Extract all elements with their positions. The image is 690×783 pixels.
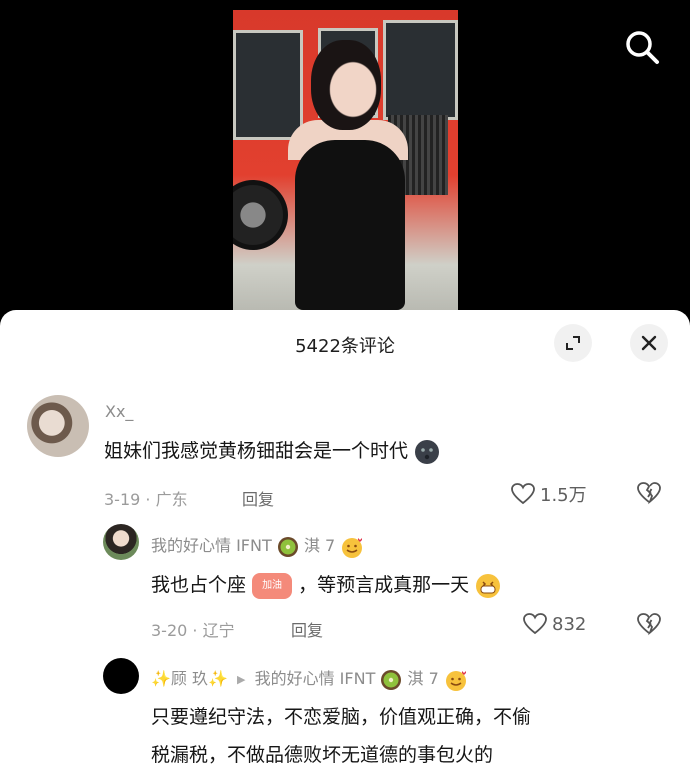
comment-username[interactable]: Xx_ (105, 402, 133, 421)
video-thumbnail[interactable] (233, 10, 458, 310)
search-icon (626, 31, 659, 64)
reply-button[interactable]: 回复 (242, 486, 274, 510)
reply-username[interactable]: ✨顾 玖✨ ▶ 我的好心情 IFNT 淇 7 (151, 665, 468, 692)
reply-text-after: ，等预言成真那一天 (298, 574, 470, 596)
reply-username[interactable]: 我的好心情 IFNT 淇 7 (151, 532, 364, 559)
reply-text-before: 我也占个座 (151, 574, 247, 596)
figure-head (311, 40, 381, 130)
jiayou-sticker: 加油 (252, 572, 293, 599)
smiling-hearts-emoji-icon (342, 537, 363, 558)
search-button[interactable] (620, 25, 664, 69)
smiling-hearts-emoji-icon (445, 670, 466, 691)
dislike-button[interactable] (636, 481, 662, 509)
expand-button[interactable] (554, 324, 592, 362)
dark-moon-emoji-icon (415, 439, 440, 464)
close-icon (641, 335, 657, 351)
bus-wheel (233, 180, 288, 250)
comment-date-location: 3-19 · 广东 (104, 490, 188, 509)
bus-window (383, 20, 458, 120)
reply-text-line: 税漏税，不做品德败坏无道德的事包火的 (151, 744, 494, 766)
expand-icon (566, 336, 580, 350)
comment-text: 姐妹们我感觉黄杨钿甜会是一个时代 (104, 438, 440, 465)
like-count: 1.5万 (540, 485, 587, 506)
video-area[interactable] (0, 0, 690, 330)
close-button[interactable] (630, 324, 668, 362)
grinning-face-emoji-icon (476, 573, 501, 598)
reply-button[interactable]: 回复 (291, 617, 323, 641)
reply-to-suffix: 淇 7 (407, 669, 439, 688)
figure-dress (295, 140, 405, 310)
reply-text-line: 只要遵纪守法，不恋爱脑，价值观正确，不偷 (151, 706, 532, 728)
reply-username-suffix: 淇 7 (303, 536, 336, 555)
broken-heart-icon (637, 613, 661, 636)
kiwi-emoji-icon (277, 536, 298, 557)
heart-icon (511, 483, 535, 505)
like-button[interactable]: 832 (522, 612, 586, 636)
reply-username-text: ✨顾 玖✨ (151, 669, 228, 688)
comment-body: 姐妹们我感觉黄杨钿甜会是一个时代 (104, 440, 409, 462)
dislike-button[interactable] (636, 612, 662, 640)
avatar[interactable] (103, 524, 139, 560)
comments-sheet: 5422条评论 Xx_ 姐妹们我感觉黄杨钿甜会是一个时代 3-19 · 广东 回… (0, 310, 690, 783)
reply-arrow-icon: ▶ (237, 673, 246, 686)
like-button[interactable]: 1.5万 (510, 481, 587, 507)
reply-to-username: 我的好心情 IFNT (254, 669, 376, 688)
bus-window (233, 30, 303, 140)
heart-icon (523, 613, 547, 635)
like-count: 832 (552, 613, 587, 635)
jiayou-sticker-label: 加油 (262, 579, 283, 591)
kiwi-emoji-icon (381, 669, 402, 690)
avatar[interactable] (103, 658, 139, 694)
reply-username-text: 我的好心情 IFNT (151, 536, 272, 555)
avatar[interactable] (27, 395, 89, 457)
reply-text: 我也占个座 加油 ，等预言成真那一天 (151, 572, 501, 599)
broken-heart-icon (637, 482, 661, 505)
reply-date-location: 3-20 · 辽宁 (151, 621, 235, 640)
